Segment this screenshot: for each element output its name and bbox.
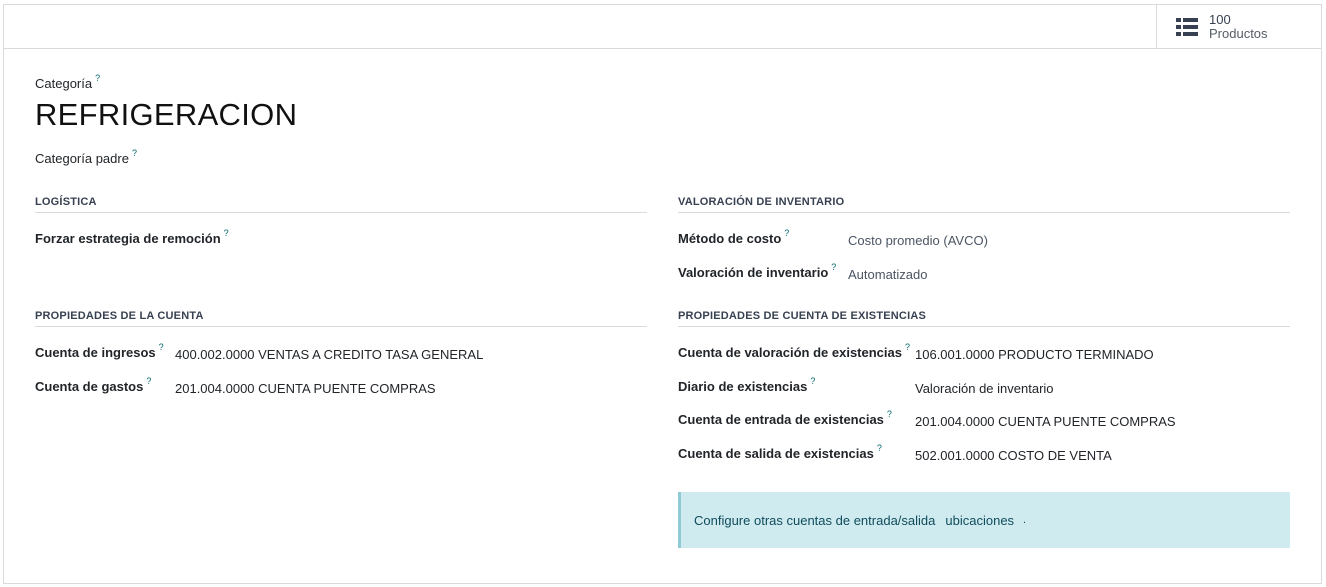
- list-icon: [1176, 18, 1198, 36]
- stock-input-account-field[interactable]: 201.004.0000 CUENTA PUENTE COMPRAS: [915, 414, 1176, 429]
- inventory-valuation-label: Valoración de inventario?: [678, 262, 837, 280]
- help-tooltip-icon[interactable]: ?: [887, 409, 892, 419]
- help-tooltip-icon[interactable]: ?: [784, 228, 789, 238]
- inventory-valuation-field[interactable]: Automatizado: [848, 267, 928, 282]
- expense-account-label: Cuenta de gastos?: [35, 376, 152, 394]
- section-logistics-title: LOGÍSTICA: [35, 196, 647, 213]
- help-tooltip-icon[interactable]: ?: [810, 376, 815, 386]
- info-alert: Configure otras cuentas de entrada/salid…: [678, 492, 1290, 548]
- help-tooltip-icon[interactable]: ?: [905, 342, 910, 352]
- stock-valuation-account-label: Cuenta de valoración de existencias?: [678, 342, 910, 360]
- stock-output-account-field[interactable]: 502.001.0000 COSTO DE VENTA: [915, 448, 1112, 463]
- locations-link[interactable]: ubicaciones: [945, 513, 1014, 528]
- parent-category-label: Categoría padre?: [35, 148, 137, 166]
- removal-strategy-row: Forzar estrategia de remoción?: [35, 228, 229, 246]
- alert-dot: .: [1023, 514, 1027, 526]
- stock-journal-field[interactable]: Valoración de inventario: [915, 381, 1054, 396]
- button-box: 100 Productos: [4, 5, 1321, 49]
- section-account-properties-title: PROPIEDADES DE LA CUENTA: [35, 310, 647, 327]
- stock-input-account-label: Cuenta de entrada de existencias?: [678, 409, 892, 427]
- help-tooltip-icon[interactable]: ?: [224, 228, 229, 238]
- help-tooltip-icon[interactable]: ?: [877, 443, 882, 453]
- stock-journal-label: Diario de existencias?: [678, 376, 816, 394]
- cost-method-label: Método de costo?: [678, 228, 790, 246]
- cost-method-field[interactable]: Costo promedio (AVCO): [848, 233, 988, 248]
- products-stat-button[interactable]: 100 Productos: [1156, 5, 1321, 49]
- stat-label: Productos: [1209, 26, 1268, 41]
- expense-account-field[interactable]: 201.004.0000 CUENTA PUENTE COMPRAS: [175, 381, 436, 396]
- category-name-field[interactable]: REFRIGERACION: [35, 97, 297, 133]
- stat-value: 100: [1209, 12, 1231, 27]
- help-tooltip-icon[interactable]: ?: [146, 376, 151, 386]
- help-tooltip-icon[interactable]: ?: [132, 148, 137, 158]
- category-label: Categoría?: [35, 73, 101, 91]
- section-stock-properties-title: PROPIEDADES DE CUENTA DE EXISTENCIAS: [678, 310, 1290, 327]
- alert-text: Configure otras cuentas de entrada/salid…: [694, 512, 936, 528]
- stock-output-account-label: Cuenta de salida de existencias?: [678, 443, 882, 461]
- section-valuation-title: VALORACIÓN DE INVENTARIO: [678, 196, 1290, 213]
- help-tooltip-icon[interactable]: ?: [831, 262, 836, 272]
- form-sheet: 100 Productos Categoría? REFRIGERACION C…: [3, 4, 1322, 584]
- stock-valuation-account-field[interactable]: 106.001.0000 PRODUCTO TERMINADO: [915, 347, 1154, 362]
- income-account-label: Cuenta de ingresos?: [35, 342, 164, 360]
- help-tooltip-icon[interactable]: ?: [95, 73, 100, 83]
- help-tooltip-icon[interactable]: ?: [159, 342, 164, 352]
- income-account-field[interactable]: 400.002.0000 VENTAS A CREDITO TASA GENER…: [175, 347, 483, 362]
